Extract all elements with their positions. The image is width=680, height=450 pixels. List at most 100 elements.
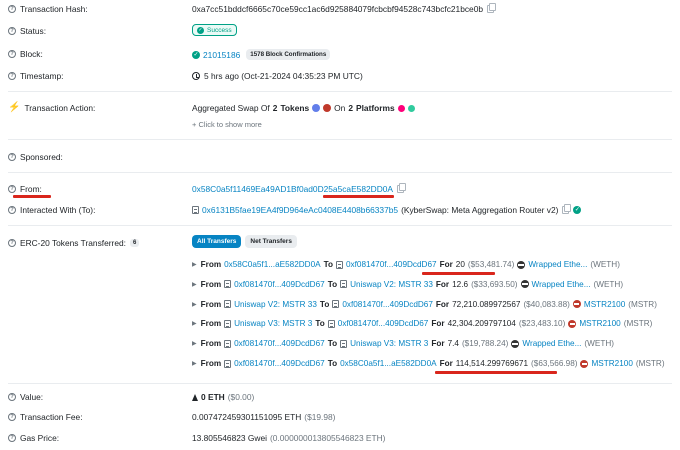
transfer-row: ▶ From 0xf081470f...409DcdD67 To Uniswap V3:… xyxy=(192,339,614,348)
transfer-amount: 72,210.089972567 xyxy=(452,299,521,309)
transfer-token-link[interactable]: MSTR2100 xyxy=(579,319,620,328)
kyberswap-icon[interactable] xyxy=(407,104,415,112)
annotation-underline xyxy=(13,195,51,198)
ethereum-icon xyxy=(192,393,198,401)
divider xyxy=(8,172,672,173)
tab-all-transfers[interactable]: All Transfers xyxy=(192,235,242,248)
sponsored-label: Sponsored: xyxy=(20,152,63,162)
from-word: From xyxy=(200,339,222,349)
question-icon[interactable]: ? xyxy=(8,206,16,214)
to-word: To xyxy=(323,260,333,269)
transfer-from-link[interactable]: 0xf081470f...409DcdD67 xyxy=(234,359,325,368)
from-word: From xyxy=(200,359,222,368)
eth-token-icon[interactable] xyxy=(312,104,321,112)
tx-hash-value[interactable]: 0xa7cc51bddcf6665c70ce59cc1ac6d925884079… xyxy=(192,4,483,14)
from-address-link[interactable]: 0x58C0a5f11469Ea49AD1Bf0ad0D25a5caE582DD… xyxy=(192,184,393,194)
transfer-to-link[interactable]: Uniswap V3: MSTR 3 xyxy=(350,339,428,348)
question-icon[interactable]: ? xyxy=(8,413,16,421)
transfer-to-link[interactable]: 0xf081470f...409DcdD67 xyxy=(338,319,429,328)
to-word: To xyxy=(327,279,338,289)
for-word: For xyxy=(439,260,453,269)
transfer-token-link[interactable]: MSTR2100 xyxy=(591,359,632,368)
copy-icon[interactable] xyxy=(397,183,406,193)
annotation-underline xyxy=(323,195,394,198)
value-usd: ($0.00) xyxy=(227,392,255,402)
chevron-right-icon: ▶ xyxy=(192,321,197,328)
block-label-wrap: ? Block: xyxy=(8,49,43,59)
from-word: From xyxy=(200,319,222,329)
chevron-right-icon: ▶ xyxy=(192,281,197,288)
transfer-to-link[interactable]: Uniswap V2: MSTR 33 xyxy=(350,280,433,289)
action-token-count: 2 xyxy=(272,103,278,113)
to-word: To xyxy=(319,299,330,309)
divider xyxy=(8,225,672,226)
tab-net-transfers[interactable]: Net Transfers xyxy=(245,235,297,248)
uniswap-icon[interactable] xyxy=(397,104,405,112)
transfer-to-link[interactable]: 0xf081470f...409DcdD67 xyxy=(342,300,433,309)
question-icon[interactable]: ? xyxy=(8,27,16,35)
mstr-token-icon xyxy=(572,300,581,309)
question-icon[interactable]: ? xyxy=(8,434,16,442)
transfer-token-symbol: (WETH) xyxy=(590,260,620,269)
transfer-token-link[interactable]: MSTR2100 xyxy=(584,300,625,309)
from-word: From xyxy=(200,299,222,309)
contract-file-icon xyxy=(340,339,348,348)
transfer-row: ▶ From 0x58C0a5f1...aE582DD0A To 0xf081470f.… xyxy=(192,260,620,269)
action-on-word: On xyxy=(334,103,346,113)
show-more-link[interactable]: + Click to show more xyxy=(192,120,262,129)
chevron-right-icon: ▶ xyxy=(192,341,197,348)
from-label-wrap: ? From: xyxy=(8,184,42,194)
action-platforms-word: Platforms xyxy=(356,103,395,113)
gas-label-wrap: ? Gas Price: xyxy=(8,433,59,443)
transfer-from-link[interactable]: 0x58C0a5f1...aE582DD0A xyxy=(224,260,321,269)
contract-file-icon xyxy=(336,260,343,269)
question-icon[interactable]: ? xyxy=(8,153,16,161)
status-value-wrap: ✓ Success xyxy=(192,24,237,36)
transfer-to-link[interactable]: 0x58C0a5f1...aE582DD0A xyxy=(340,359,437,368)
annotation-underline xyxy=(435,371,557,374)
timestamp-label: Timestamp: xyxy=(20,71,64,81)
chevron-right-icon: ▶ xyxy=(192,301,197,308)
block-number-link[interactable]: 21015186 xyxy=(203,50,240,60)
copy-icon[interactable] xyxy=(487,3,497,13)
block-value-wrap: ✓ 21015186 1578 Block Confirmations xyxy=(192,49,331,60)
transfer-usd: ($23,483.10) xyxy=(518,319,566,329)
question-icon[interactable]: ? xyxy=(8,239,16,247)
gas-eth: (0.000000013805546823 ETH) xyxy=(269,433,386,443)
contract-file-icon xyxy=(332,300,340,309)
fee-label-wrap: ? Transaction Fee: xyxy=(8,412,83,422)
transfer-to-link[interactable]: 0xf081470f...409DcdD67 xyxy=(346,260,437,269)
tx-hash-value-wrap: 0xa7cc51bddcf6665c70ce59cc1ac6d925884079… xyxy=(192,3,497,14)
transfer-from-link[interactable]: 0xf081470f...409DcdD67 xyxy=(234,280,325,289)
transfer-token-link[interactable]: Wrapped Ethe... xyxy=(528,260,587,269)
copy-icon[interactable] xyxy=(562,204,572,214)
transfer-from-link[interactable]: Uniswap V2: MSTR 33 xyxy=(234,300,317,309)
transfer-from-link[interactable]: Uniswap V3: MSTR 3 xyxy=(234,319,312,328)
question-icon[interactable]: ? xyxy=(8,72,16,80)
transfer-amount: 20 xyxy=(455,260,465,269)
action-tokens-word: Tokens xyxy=(280,103,310,113)
transfer-token-link[interactable]: Wrapped Ethe... xyxy=(522,339,581,348)
interacted-address-link[interactable]: 0x6131B5fae19EA4f9D964eAc0408E4408b66337… xyxy=(202,205,398,215)
question-icon[interactable]: ? xyxy=(8,393,16,401)
transfer-token-link[interactable]: Wrapped Ethe... xyxy=(532,280,591,289)
question-icon[interactable]: ? xyxy=(8,5,16,13)
transfer-amount: 42,304.209797104 xyxy=(447,319,516,329)
timestamp-value: 5 hrs ago (Oct-21-2024 04:35:23 PM UTC) xyxy=(204,71,363,81)
interacted-label-wrap: ? Interacted With (To): xyxy=(8,205,95,215)
question-icon[interactable]: ? xyxy=(8,50,16,58)
mstr-token-icon[interactable] xyxy=(323,104,332,112)
erc20-count-badge: 6 xyxy=(129,239,140,247)
gas-label: Gas Price: xyxy=(20,433,60,443)
to-word: To xyxy=(315,319,325,329)
weth-token-icon xyxy=(511,339,520,348)
clock-icon xyxy=(192,72,200,80)
question-icon[interactable]: ? xyxy=(8,185,16,193)
from-label: From: xyxy=(20,184,42,194)
fee-label: Transaction Fee: xyxy=(20,412,83,422)
transfer-from-link[interactable]: 0xf081470f...409DcdD67 xyxy=(234,339,325,348)
block-label: Block: xyxy=(20,49,43,59)
contract-file-icon xyxy=(192,206,199,214)
interacted-value-wrap: 0x6131B5fae19EA4f9D964eAc0408E4408b66337… xyxy=(192,204,584,215)
for-word: For xyxy=(431,339,445,349)
